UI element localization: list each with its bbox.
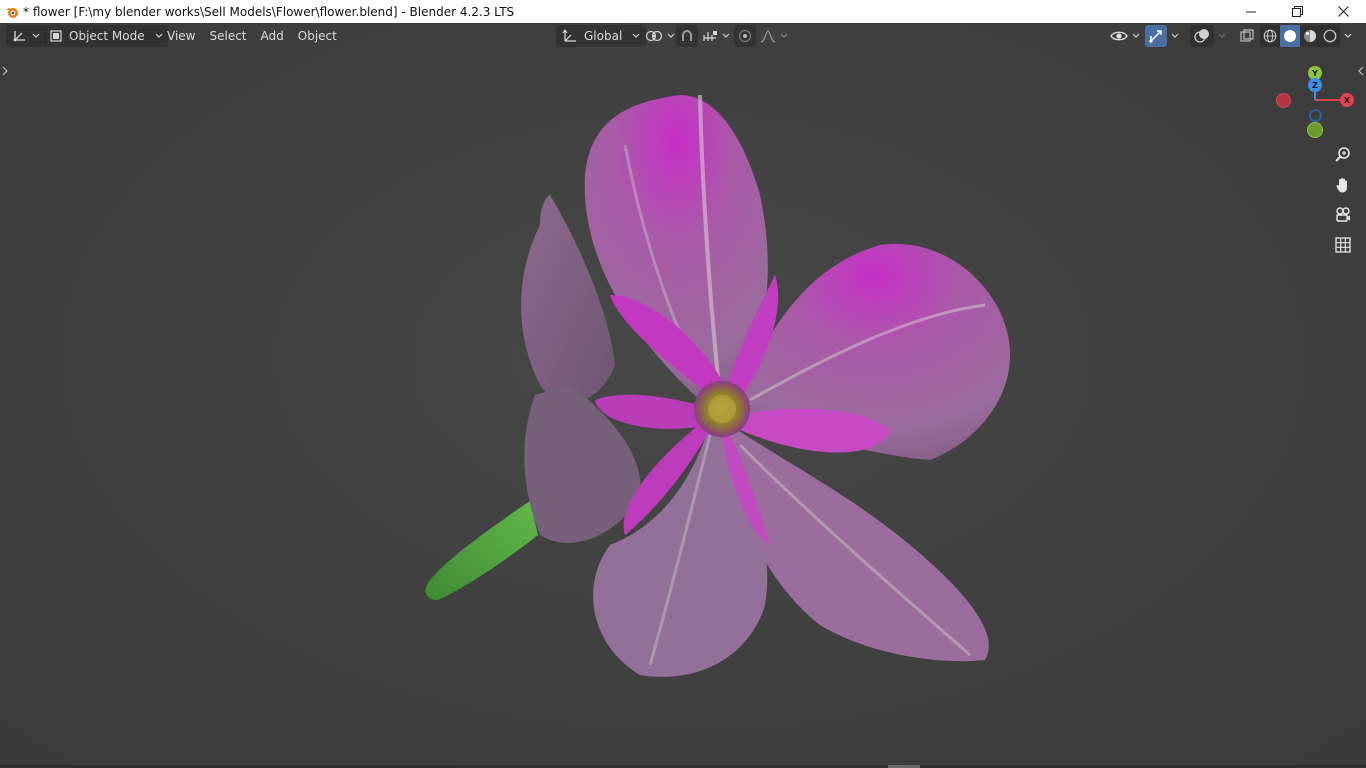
shading-dropdown[interactable]: [1340, 25, 1356, 47]
chevron-down-icon: [667, 33, 675, 39]
pan-hand-icon: [1336, 178, 1347, 193]
blender-logo-icon: [4, 4, 20, 20]
menu-object[interactable]: Object: [291, 25, 344, 47]
orientation-label: Global: [584, 29, 623, 43]
gizmo-neg-y-axis[interactable]: [1307, 122, 1323, 138]
transform-orientation-dropdown[interactable]: Global: [556, 25, 647, 47]
magnet-icon: [682, 30, 692, 41]
minimize-icon: [1246, 11, 1256, 12]
gizmo-dropdown[interactable]: [1167, 25, 1183, 47]
3d-viewport[interactable]: Object Mode View Select Add Object Globa…: [0, 23, 1366, 768]
window-title: * flower [F:\my blender works\Sell Model…: [23, 4, 515, 19]
falloff-curve-icon: [760, 30, 776, 43]
falloff-dropdown[interactable]: [756, 25, 792, 47]
gizmo-icon: [1149, 30, 1162, 43]
shading-solid-button[interactable]: [1280, 25, 1300, 47]
proportional-edit-toggle[interactable]: [734, 25, 756, 47]
chevron-down-icon: [1218, 33, 1226, 39]
snap-toggle[interactable]: [676, 25, 698, 47]
pivot-point-icon: [645, 30, 663, 42]
selectability-visibility-dropdown[interactable]: [1106, 25, 1144, 47]
gizmo-z-label: Z: [1312, 80, 1318, 90]
close-button[interactable]: [1320, 0, 1366, 23]
gizmo-neg-z-axis[interactable]: [1309, 109, 1322, 122]
gizmo-toggle[interactable]: [1145, 25, 1167, 47]
material-preview-icon: [1304, 30, 1316, 42]
flower-model[interactable]: [410, 65, 1030, 685]
camera-view-icon: [1336, 207, 1350, 222]
window-title-bar: * flower [F:\my blender works\Sell Model…: [0, 0, 1366, 23]
shading-material-button[interactable]: [1300, 25, 1320, 47]
menu-add[interactable]: Add: [254, 25, 291, 47]
gizmo-x-label: X: [1343, 95, 1351, 105]
chevron-right-icon: [2, 66, 8, 76]
xray-icon: [1240, 29, 1254, 42]
overlay-icon: [1194, 29, 1209, 43]
minimize-button[interactable]: [1228, 0, 1274, 23]
menu-view[interactable]: View: [160, 25, 202, 47]
xray-toggle[interactable]: [1236, 25, 1258, 47]
wireframe-icon: [1263, 29, 1277, 43]
menu-select[interactable]: Select: [202, 25, 253, 47]
chevron-down-icon: [780, 33, 788, 39]
mode-label: Object Mode: [69, 29, 145, 43]
navigation-gizmo[interactable]: Y Z X: [1270, 63, 1360, 143]
close-icon: [1337, 6, 1349, 17]
chevron-down-icon: [722, 33, 730, 39]
snap-target-dropdown[interactable]: [698, 25, 734, 47]
zoom-icon: [1335, 147, 1350, 162]
camera-view-button[interactable]: [1330, 203, 1356, 227]
restore-button[interactable]: [1274, 0, 1320, 23]
chevron-down-icon: [632, 33, 640, 39]
chevron-down-icon: [1171, 33, 1179, 39]
shading-wireframe-button[interactable]: [1260, 25, 1280, 47]
shading-rendered-button[interactable]: [1320, 25, 1340, 47]
gizmo-z-axis[interactable]: Z: [1308, 78, 1322, 92]
object-mode-icon: [50, 30, 62, 42]
restore-icon: [1291, 6, 1303, 17]
eye-icon: [1110, 31, 1128, 41]
gizmo-x-axis[interactable]: X: [1340, 93, 1354, 107]
pivot-point-dropdown[interactable]: [641, 25, 679, 47]
ortho-toggle-button[interactable]: [1330, 233, 1356, 257]
gizmo-y-label: Y: [1312, 68, 1318, 78]
zoom-button[interactable]: [1330, 143, 1356, 167]
gizmo-neg-x-axis[interactable]: [1276, 93, 1291, 108]
pan-button[interactable]: [1330, 173, 1356, 197]
axis-editor-icon: [13, 31, 25, 42]
viewport-header: Object Mode View Select Add Object Globa…: [0, 23, 1366, 49]
chevron-down-icon: [1132, 33, 1140, 39]
orientation-icon: [562, 29, 576, 42]
ortho-grid-icon: [1335, 237, 1351, 253]
rendered-icon: [1323, 29, 1337, 43]
overlay-toggle[interactable]: [1190, 25, 1214, 47]
object-mode-dropdown[interactable]: Object Mode: [44, 25, 168, 47]
toolbar-expand-arrow[interactable]: [0, 64, 10, 78]
snap-increment-icon: [703, 31, 717, 41]
solid-icon: [1284, 30, 1296, 42]
editor-type-button[interactable]: [6, 25, 46, 47]
chevron-down-icon: [1344, 33, 1352, 39]
chevron-down-icon: [32, 33, 40, 39]
proportional-edit-icon: [738, 29, 752, 43]
overlay-dropdown[interactable]: [1214, 25, 1230, 47]
